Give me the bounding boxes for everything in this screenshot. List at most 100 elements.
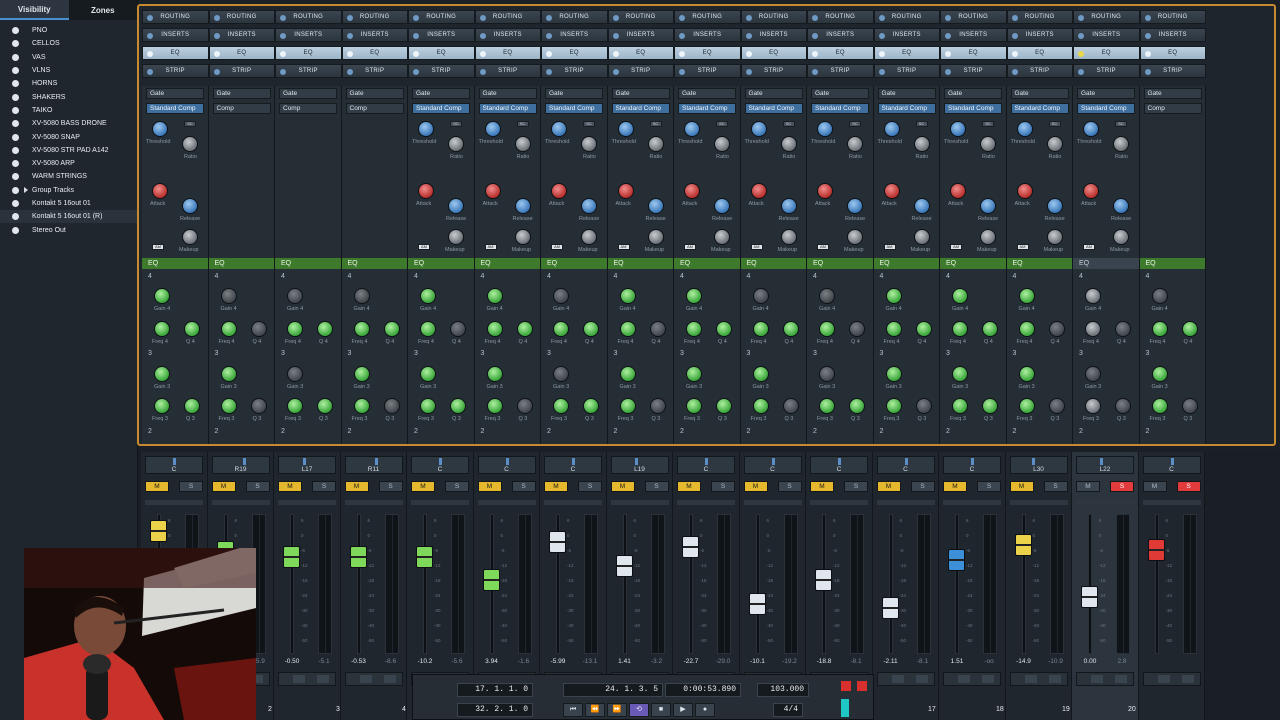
volume-value[interactable]: -14.9 [1010,658,1038,665]
power-icon[interactable] [546,32,552,39]
visibility-dot-icon[interactable] [12,53,19,61]
gate-module[interactable]: Gate [811,88,869,99]
eq-freq3-knob[interactable] [752,398,769,414]
power-icon[interactable] [546,68,552,75]
power-icon[interactable] [679,14,685,21]
eq-module-header[interactable]: EQ [807,258,873,269]
right-locator[interactable]: 32. 2. 1. 0 [457,703,533,717]
eq-gain3-knob[interactable] [885,366,902,382]
release-knob[interactable] [647,198,664,214]
power-icon[interactable] [812,68,818,75]
eq-module-header[interactable]: EQ [474,258,541,269]
power-icon[interactable] [878,32,885,39]
threshold-knob[interactable] [1083,121,1099,137]
power-icon[interactable] [479,68,486,75]
eq-q3-knob[interactable] [250,398,267,414]
read-automation-button[interactable] [958,675,970,683]
volume-value[interactable]: -10.2 [411,658,439,665]
pan-control[interactable]: C [743,456,802,474]
power-icon[interactable] [346,68,353,75]
power-icon[interactable] [280,14,286,21]
power-icon[interactable] [878,50,885,57]
eq-q3-knob[interactable] [649,398,666,414]
power-icon[interactable] [745,68,752,75]
threshold-knob[interactable] [152,121,168,137]
eq-gain4-knob[interactable] [686,288,702,304]
power-icon[interactable] [413,14,419,21]
eq-gain4-knob[interactable] [952,288,968,304]
sidechain-button[interactable]: SC [915,121,928,127]
volume-value[interactable]: 1.51 [943,658,971,665]
solo-button[interactable]: S [910,481,935,492]
go-to-start-button[interactable]: ⏮ [563,703,583,717]
power-icon[interactable] [878,68,885,75]
compressor-module[interactable]: Standard Comp [146,103,204,114]
inserts-section-header[interactable]: INSERTS [541,28,608,42]
eq-gain4-knob[interactable] [619,288,636,304]
power-icon[interactable] [612,68,619,75]
eq-section-header[interactable]: EQ [341,46,408,60]
volume-fader[interactable] [283,546,300,569]
volume-fader[interactable] [1014,533,1032,556]
eq-gain3-knob[interactable] [819,366,835,382]
strip-section-header[interactable]: STRIP [541,64,608,78]
eq-module-header[interactable]: EQ [142,258,208,269]
routing-section-header[interactable]: ROUTING [474,10,541,24]
visibility-item[interactable]: Kontakt 5 16out 01 (R) [0,210,137,224]
eq-module-header[interactable]: EQ [275,258,341,269]
release-knob[interactable] [1113,198,1129,214]
folder-expand-icon[interactable] [24,187,28,194]
release-knob[interactable] [980,198,996,214]
gate-module[interactable]: Gate [877,88,936,99]
strip-section-header[interactable]: STRIP [1073,64,1140,78]
eq-section-header[interactable]: EQ [208,46,275,60]
eq-q3-knob[interactable] [849,398,865,414]
ratio-knob[interactable] [913,136,930,152]
ratio-knob[interactable] [1113,136,1129,152]
power-icon[interactable] [213,32,220,39]
release-knob[interactable] [847,198,863,214]
volume-value[interactable]: -5.99 [544,658,572,665]
volume-fader[interactable] [948,548,965,571]
power-icon[interactable] [280,50,286,57]
attack-knob[interactable] [418,183,434,199]
eq-module-header[interactable]: EQ [873,258,940,269]
fader-track[interactable] [689,514,693,654]
threshold-knob[interactable] [684,121,700,137]
eq-q3-knob[interactable] [317,398,333,414]
eq-gain4-knob[interactable] [287,288,303,304]
power-icon[interactable] [745,50,752,57]
mute-button[interactable]: M [1009,481,1034,492]
inserts-section-header[interactable]: INSERTS [275,28,342,42]
eq-section-header[interactable]: EQ [807,46,874,60]
eq-module-header[interactable]: EQ [740,258,807,269]
inserts-section-header[interactable]: INSERTS [142,28,209,42]
pan-control[interactable]: C [677,456,735,474]
compressor-module[interactable]: Standard Comp [678,103,736,114]
eq-freq4-knob[interactable] [287,321,303,337]
release-knob[interactable] [514,198,531,214]
visibility-dot-icon[interactable] [12,120,19,128]
pan-control[interactable]: C [544,456,602,474]
insert-slot[interactable] [344,500,403,505]
gate-module[interactable]: Gate [279,88,337,99]
volume-fader[interactable] [349,546,367,569]
power-icon[interactable] [479,14,486,21]
power-icon[interactable] [413,50,419,57]
insert-slot[interactable] [477,500,536,505]
gate-module[interactable]: Gate [744,88,803,99]
visibility-dot-icon[interactable] [12,80,19,88]
power-icon[interactable] [147,14,153,21]
compressor-module[interactable]: Standard Comp [412,103,470,114]
pan-control[interactable]: C [810,456,868,474]
eq-gain4-knob[interactable] [1085,288,1101,304]
visibility-item[interactable]: VLNS [0,64,137,77]
read-automation-button[interactable] [359,675,372,683]
eq-gain3-knob[interactable] [287,366,303,382]
strip-section-header[interactable]: STRIP [275,64,342,78]
gate-module[interactable]: Gate [1077,88,1135,99]
eq-module-header[interactable]: EQ [541,258,607,269]
eq-q3-knob[interactable] [716,398,732,414]
eq-q4-knob[interactable] [450,321,466,337]
solo-button[interactable]: S [445,481,469,492]
